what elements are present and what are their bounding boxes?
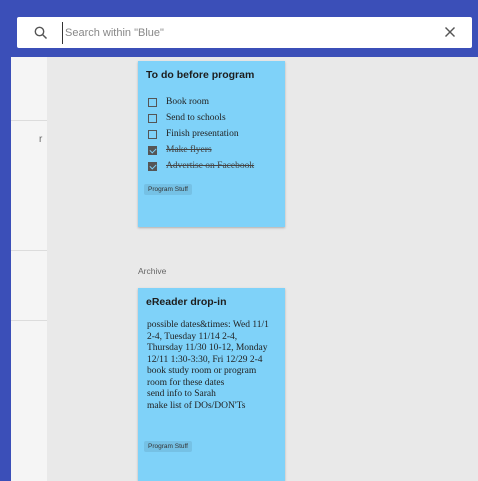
archive-heading: Archive: [138, 266, 167, 276]
checkbox[interactable]: [148, 129, 157, 139]
note-body-line: 12/11 1:30-3:30, Fri 12/29 2-4: [147, 354, 263, 365]
note-body-line: room for these dates: [147, 377, 225, 388]
note-body-line: send info to Sarah: [147, 389, 216, 399]
checklist-item[interactable]: Advertise on Facebook: [148, 158, 254, 174]
checklist-item-label: Make flyers: [166, 145, 212, 155]
keep-app: r To do before program Book room Send to…: [0, 0, 478, 481]
checklist-item[interactable]: Book room: [148, 94, 254, 110]
note-card[interactable]: To do before program Book room Send to s…: [138, 61, 285, 227]
sidebar-divider: [11, 250, 47, 251]
checklist: Book room Send to schools Finish present…: [148, 94, 254, 174]
search-icon[interactable]: [33, 25, 49, 41]
window-edge: [0, 0, 11, 481]
checklist-item[interactable]: Make flyers: [148, 142, 254, 158]
note-title: To do before program: [146, 69, 255, 81]
note-body-line: 2-4, Tuesday 11/14 2-4,: [147, 331, 238, 342]
checklist-item-label: Send to schools: [166, 113, 226, 123]
note-body: possible dates&times: Wed 11/1 2-4, Tues…: [147, 320, 279, 412]
checkbox[interactable]: [148, 113, 157, 123]
checkbox-checked[interactable]: [148, 145, 157, 155]
search-input[interactable]: [62, 21, 422, 44]
checklist-item-label: Advertise on Facebook: [166, 161, 255, 171]
checklist-item-label: Finish presentation: [166, 129, 239, 139]
note-body-line: Thursday 11/30 10-12, Monday: [147, 343, 268, 353]
note-body-line: possible dates&times: Wed 11/1: [147, 320, 269, 330]
note-card[interactable]: eReader drop-in possible dates&times: We…: [138, 288, 285, 481]
note-title: eReader drop-in: [146, 296, 227, 308]
label-chip[interactable]: Program Stuff: [144, 441, 192, 452]
search-bar[interactable]: [17, 17, 472, 48]
sidebar-divider: [11, 120, 47, 121]
checklist-item[interactable]: Finish presentation: [148, 126, 254, 142]
top-bar: [0, 0, 478, 57]
checkbox-checked[interactable]: [148, 161, 157, 171]
checklist-item-label: Book room: [166, 97, 210, 107]
note-body-line: make list of DOs/DON'Ts: [147, 400, 246, 411]
close-icon[interactable]: [442, 24, 458, 40]
sidebar-divider: [11, 320, 47, 321]
sidebar-item-label[interactable]: r: [39, 134, 42, 145]
note-body-line: book study room or program: [147, 366, 257, 376]
checklist-item[interactable]: Send to schools: [148, 110, 254, 126]
checkbox[interactable]: [148, 97, 157, 107]
label-chip[interactable]: Program Stuff: [144, 184, 192, 195]
